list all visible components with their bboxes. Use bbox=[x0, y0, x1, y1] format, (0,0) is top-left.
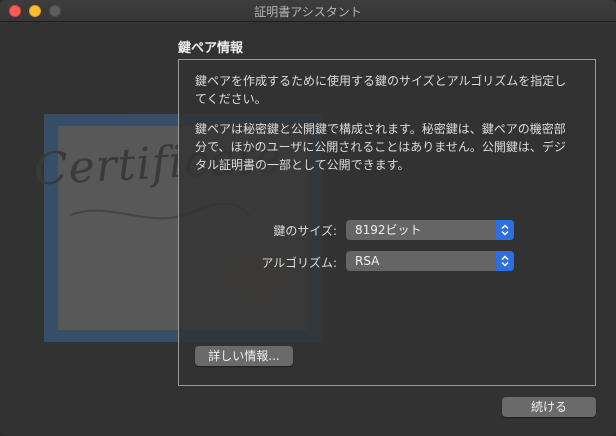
key-size-value: 8192ビット bbox=[355, 223, 422, 237]
algorithm-value: RSA bbox=[355, 254, 380, 268]
section-title: 鍵ペア情報 bbox=[178, 41, 244, 56]
key-size-label: 鍵のサイズ: bbox=[273, 224, 337, 238]
description-paragraph-2: 鍵ペアは秘密鍵と公開鍵で構成されます。秘密鍵は、鍵ペアの機密部分で、ほかのユーザ… bbox=[195, 122, 566, 172]
key-pair-panel: 鍵ペアを作成するために使用する鍵のサイズとアルゴリズムを指定してください。 鍵ペ… bbox=[178, 59, 596, 386]
more-info-button[interactable]: 詳しい情報... bbox=[195, 346, 293, 366]
algorithm-select[interactable]: RSA bbox=[346, 251, 514, 271]
certificate-assistant-window: 証明書アシスタント Certificate 鍵ペア情報 鍵ペアを作成するために使… bbox=[0, 0, 616, 436]
key-size-select[interactable]: 8192ビット bbox=[346, 220, 514, 240]
description-paragraph-1: 鍵ペアを作成するために使用する鍵のサイズとアルゴリズムを指定してください。 bbox=[195, 74, 567, 106]
chevron-updown-icon bbox=[496, 220, 514, 240]
algorithm-label: アルゴリズム: bbox=[261, 256, 337, 270]
continue-button[interactable]: 続ける bbox=[502, 397, 596, 417]
window-title: 証明書アシスタント bbox=[254, 5, 362, 19]
chevron-updown-icon bbox=[496, 251, 514, 271]
title-bar: 証明書アシスタント bbox=[0, 0, 616, 22]
